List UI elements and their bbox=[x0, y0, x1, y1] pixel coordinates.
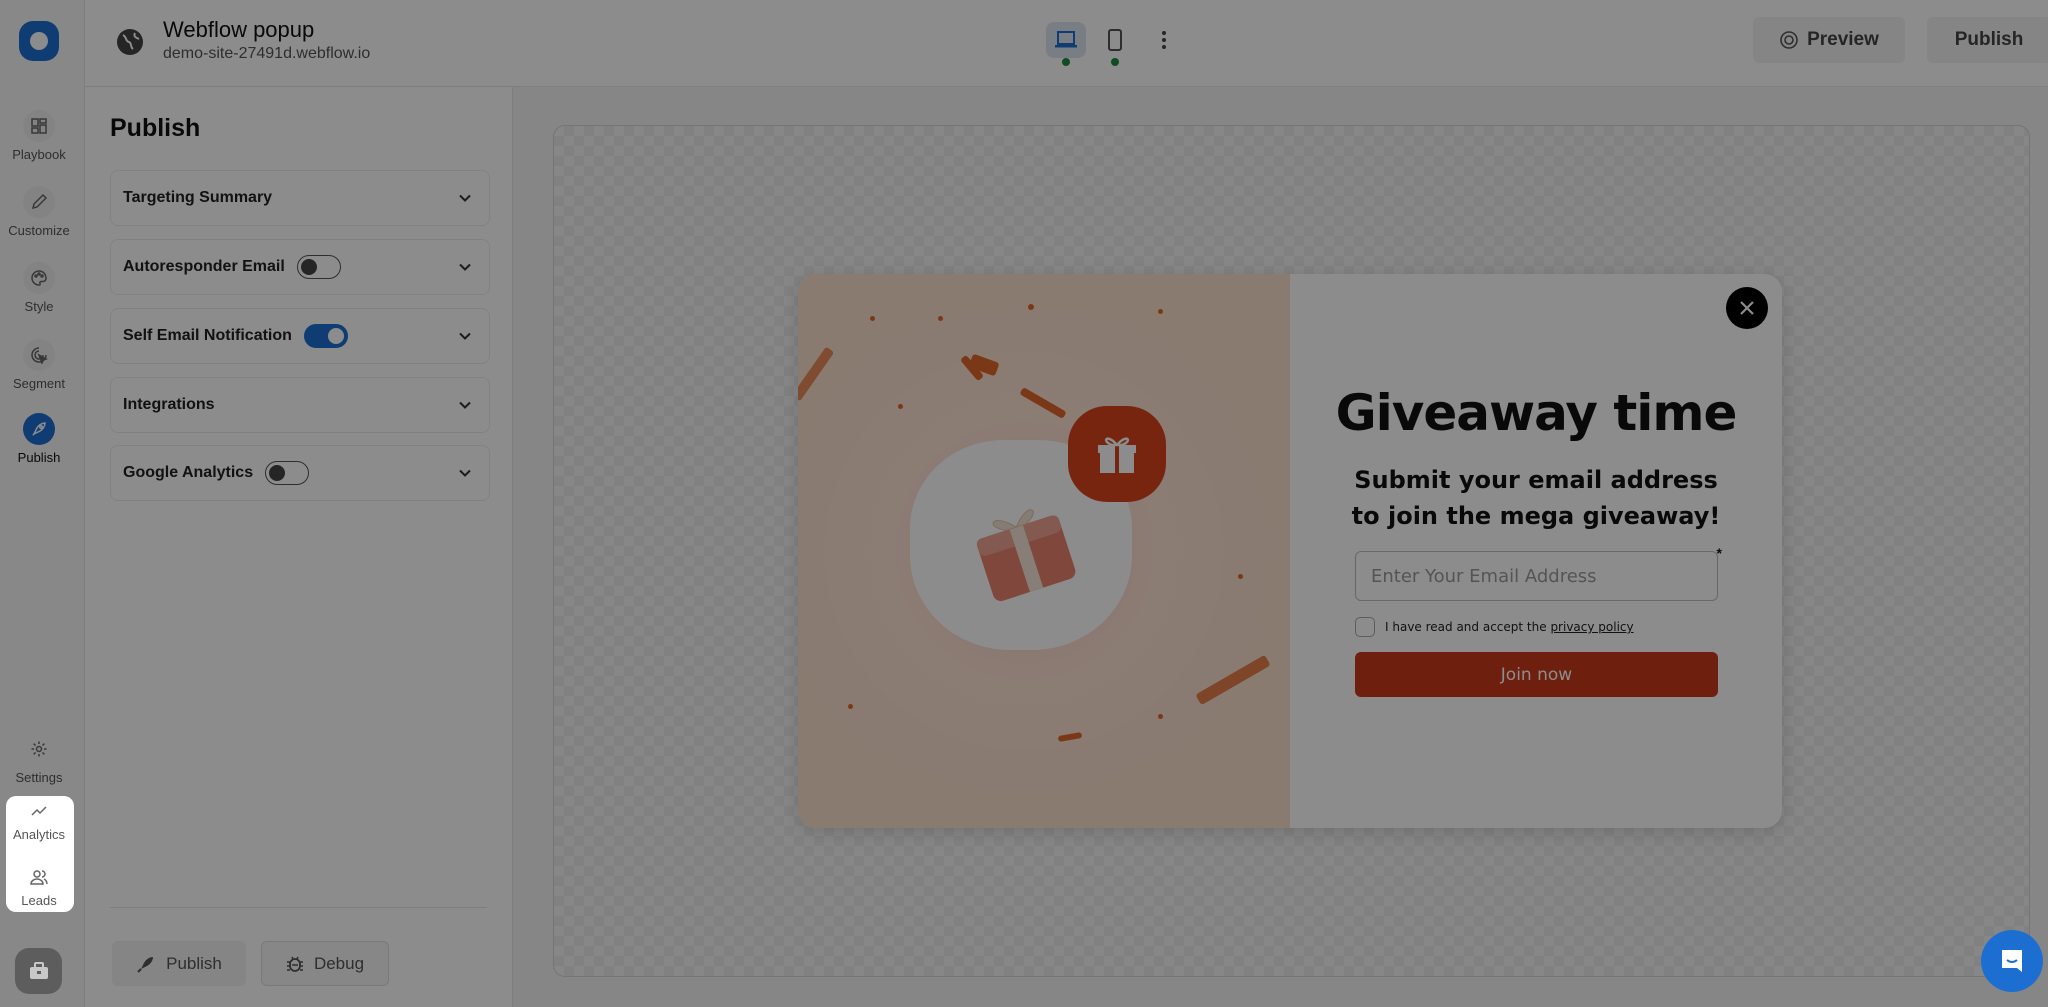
rocket-icon bbox=[23, 413, 55, 445]
chevron-down-icon bbox=[459, 263, 471, 271]
top-bar: Webflow popup demo-site-27491d.webflow.i… bbox=[85, 0, 2048, 87]
debug-button[interactable]: Debug bbox=[261, 941, 389, 986]
close-icon bbox=[1740, 301, 1754, 315]
status-dot bbox=[1111, 58, 1119, 66]
section-self-email-notification[interactable]: Self Email Notification bbox=[110, 308, 490, 364]
desktop-view-button[interactable] bbox=[1046, 22, 1086, 66]
self-notification-toggle[interactable] bbox=[303, 324, 348, 348]
mobile-view-button[interactable] bbox=[1095, 22, 1135, 66]
consent-checkbox[interactable] bbox=[1355, 617, 1375, 637]
rail-item-settings[interactable]: Settings bbox=[0, 733, 78, 785]
grid-icon bbox=[23, 110, 55, 142]
gift-box-image bbox=[976, 509, 1076, 602]
rocket-icon bbox=[137, 956, 154, 973]
popup-subheadline: Submit your email address to join the me… bbox=[1351, 466, 1721, 530]
email-field-wrapper: * bbox=[1355, 545, 1722, 601]
debug-label: Debug bbox=[313, 953, 365, 973]
section-targeting-summary[interactable]: Targeting Summary bbox=[110, 170, 490, 226]
section-label: Self Email Notification bbox=[123, 327, 292, 344]
users-icon bbox=[23, 866, 55, 888]
privacy-policy-link[interactable]: privacy policy bbox=[1550, 620, 1633, 634]
rail-item-publish[interactable]: Publish bbox=[0, 413, 78, 465]
popup-image-panel bbox=[798, 274, 1290, 828]
section-label: Autoresponder Email bbox=[123, 258, 285, 275]
divider bbox=[110, 907, 487, 908]
email-input[interactable] bbox=[1355, 551, 1718, 601]
publish-label: Publish bbox=[166, 953, 222, 973]
required-marker: * bbox=[1716, 545, 1722, 561]
chevron-down-icon bbox=[459, 401, 471, 409]
pencil-icon bbox=[23, 186, 55, 218]
section-label: Google Analytics bbox=[123, 464, 254, 481]
gear-icon bbox=[23, 733, 55, 765]
globe-icon bbox=[117, 29, 143, 55]
rail-item-playbook[interactable]: Playbook bbox=[0, 110, 78, 162]
autoresponder-toggle[interactable] bbox=[296, 255, 341, 279]
rail-label: Settings bbox=[15, 770, 63, 785]
consent-text: I have read and accept the privacy polic… bbox=[1385, 620, 1634, 634]
rail-label: Segment bbox=[12, 376, 66, 391]
rail-item-style[interactable]: Style bbox=[0, 262, 78, 314]
gift-badge bbox=[1068, 406, 1166, 502]
chat-widget-button[interactable] bbox=[1981, 930, 2043, 992]
rail-label: Playbook bbox=[12, 147, 66, 162]
preview-button[interactable]: Preview bbox=[1753, 17, 1905, 63]
google-analytics-toggle[interactable] bbox=[265, 461, 310, 485]
target-cursor-icon bbox=[23, 339, 55, 371]
more-options-icon[interactable] bbox=[1158, 28, 1170, 52]
close-popup-button[interactable] bbox=[1726, 287, 1768, 329]
workspace-button[interactable] bbox=[15, 948, 62, 994]
rail-item-analytics[interactable]: Analytics bbox=[0, 800, 78, 842]
section-autoresponder-email[interactable]: Autoresponder Email bbox=[110, 239, 490, 295]
status-dot bbox=[1062, 58, 1070, 66]
site-url: demo-site-27491d.webflow.io bbox=[163, 45, 371, 62]
section-label: Integrations bbox=[123, 396, 215, 413]
rail-item-customize[interactable]: Customize bbox=[0, 186, 78, 238]
rail-item-leads[interactable]: Leads bbox=[0, 866, 78, 908]
chevron-down-icon bbox=[459, 194, 471, 202]
laptop-icon bbox=[1055, 31, 1077, 48]
panel-title: Publish bbox=[110, 114, 201, 142]
section-integrations[interactable]: Integrations bbox=[110, 377, 490, 433]
join-now-button[interactable]: Join now bbox=[1355, 652, 1718, 697]
publish-button-top[interactable]: Publish bbox=[1927, 17, 2048, 63]
popup-title: Webflow popup bbox=[163, 17, 315, 42]
section-label: Targeting Summary bbox=[123, 189, 273, 206]
preview-label: Preview bbox=[1807, 29, 1879, 50]
rail-label: Publish bbox=[17, 450, 61, 465]
chevron-down-icon bbox=[459, 469, 471, 477]
bug-icon bbox=[286, 956, 303, 972]
publish-panel: Publish Targeting Summary Autoresponder … bbox=[85, 87, 513, 1007]
briefcase-icon bbox=[29, 962, 48, 979]
rail-label: Customize bbox=[8, 223, 70, 238]
app-logo[interactable] bbox=[19, 21, 59, 61]
analytics-leads-group: Analytics Leads bbox=[6, 796, 74, 912]
rail-item-segment[interactable]: Segment bbox=[0, 339, 78, 391]
popup-form-panel: Giveaway time Submit your email address … bbox=[1290, 274, 1782, 828]
publish-button[interactable]: Publish bbox=[112, 941, 246, 986]
phone-icon bbox=[1108, 29, 1122, 51]
rail-label: Leads bbox=[21, 893, 57, 908]
popup-preview: Giveaway time Submit your email address … bbox=[798, 274, 1782, 828]
eye-icon bbox=[1780, 31, 1798, 49]
rail-label: Style bbox=[24, 299, 54, 314]
section-google-analytics[interactable]: Google Analytics bbox=[110, 445, 490, 501]
chat-icon bbox=[2002, 950, 2022, 972]
popup-headline: Giveaway time bbox=[1335, 384, 1738, 442]
gift-icon bbox=[1098, 437, 1136, 473]
chevron-down-icon bbox=[459, 332, 471, 340]
rail-label: Analytics bbox=[12, 827, 66, 842]
trend-line-icon bbox=[23, 800, 55, 822]
consent-row: I have read and accept the privacy polic… bbox=[1355, 617, 1634, 637]
palette-icon bbox=[23, 262, 55, 294]
publish-label: Publish bbox=[1954, 29, 2024, 50]
